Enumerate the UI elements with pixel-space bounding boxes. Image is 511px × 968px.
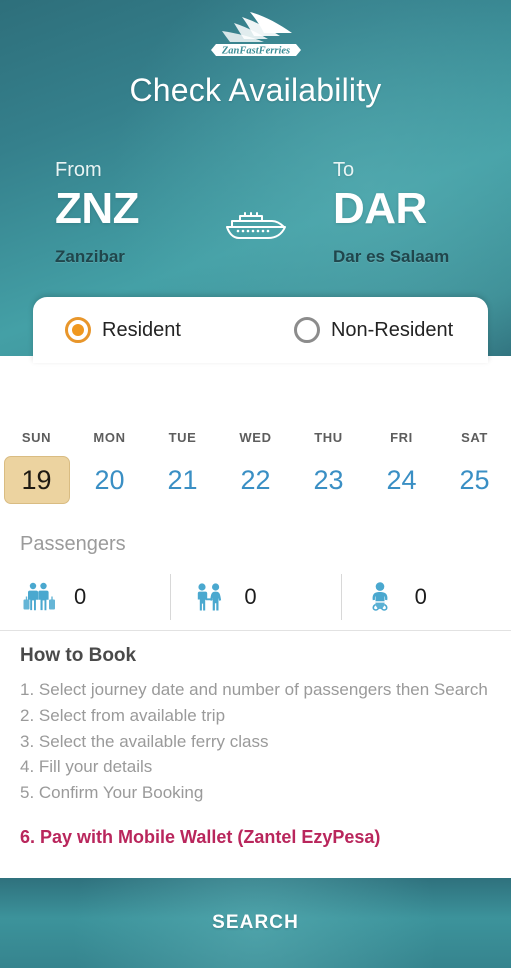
search-button-label: SEARCH xyxy=(212,912,299,933)
infants-count: 0 xyxy=(414,584,427,609)
ferry-logo-icon: ZanFastFerries xyxy=(210,12,301,57)
origin-city: Zanzibar xyxy=(55,247,125,267)
date-cell[interactable]: WED 22 xyxy=(219,430,292,504)
radio-non-resident-label: Non-Resident xyxy=(330,318,454,341)
adults-with-luggage-icon xyxy=(22,580,56,614)
date-cell[interactable]: SUN 19 xyxy=(0,430,73,504)
date-number: 21 xyxy=(167,465,198,495)
passenger-children[interactable]: 0 xyxy=(170,568,340,626)
passengers-label: Passengers xyxy=(20,533,126,555)
how-to-book-step: 3. Select the available ferry class xyxy=(20,731,269,751)
date-weekday: WED xyxy=(239,430,272,445)
route-summary: From ZNZ Zanzibar To DAR Dar es Salaam xyxy=(0,160,511,290)
how-to-book-section: How to Book 1. Select journey date and n… xyxy=(20,645,500,852)
origin-label: From xyxy=(55,159,102,181)
destination-code: DAR xyxy=(333,184,427,233)
destination-label: To xyxy=(333,159,355,181)
date-cell[interactable]: FRI 24 xyxy=(365,430,438,504)
how-to-book-step: 4. Fill your details xyxy=(20,757,153,777)
logo-wordmark: ZanFastFerries xyxy=(220,46,289,57)
passengers-row: 0 0 0 xyxy=(0,568,511,626)
route-destination[interactable]: To DAR Dar es Salaam xyxy=(333,160,449,267)
how-to-book-payment-step: 6. Pay with Mobile Wallet (Zantel EzyPes… xyxy=(20,827,381,848)
radio-resident-icon[interactable] xyxy=(65,317,91,343)
date-weekday: SUN xyxy=(21,430,52,445)
radio-resident-label: Resident xyxy=(102,318,181,341)
how-to-book-step: 5. Confirm Your Booking xyxy=(20,783,204,803)
date-weekday: SAT xyxy=(461,430,488,445)
children-count: 0 xyxy=(244,584,257,609)
radio-non-resident-icon[interactable] xyxy=(293,317,320,343)
date-number: 23 xyxy=(313,465,344,495)
date-picker-strip: SUN 19 MON 20 TUE 21 WED 22 THU 23 FRI 2… xyxy=(0,430,511,522)
ferry-icon xyxy=(222,206,292,242)
date-cell[interactable]: THU 23 xyxy=(292,430,365,504)
page-title: Check Availability xyxy=(129,72,382,108)
date-number: 24 xyxy=(386,465,417,495)
date-weekday: THU xyxy=(314,430,343,445)
brand-logo: ZanFastFerries xyxy=(0,8,511,64)
date-cell[interactable]: TUE 21 xyxy=(146,430,219,504)
date-number: 25 xyxy=(459,465,490,495)
check-availability-screen: ZanFastFerries Check Availability From Z… xyxy=(0,0,511,968)
origin-code: ZNZ xyxy=(55,184,140,233)
date-number: 20 xyxy=(94,465,125,495)
date-cell[interactable]: SAT 25 xyxy=(438,430,511,504)
date-weekday: FRI xyxy=(390,430,413,445)
date-weekday: TUE xyxy=(168,430,197,445)
date-number: 19 xyxy=(3,456,70,504)
date-number: 22 xyxy=(240,465,271,495)
radio-option-non-resident[interactable]: Non-Resident xyxy=(293,317,454,343)
destination-city: Dar es Salaam xyxy=(333,247,450,267)
date-cell[interactable]: MON 20 xyxy=(73,430,146,504)
how-to-book-title: How to Book xyxy=(20,645,137,666)
date-weekday: MON xyxy=(93,430,126,445)
passenger-infants[interactable]: 0 xyxy=(340,568,511,626)
children-icon xyxy=(192,580,226,614)
how-to-book-step: 1. Select journey date and number of pas… xyxy=(20,680,488,699)
search-button[interactable]: SEARCH xyxy=(0,878,511,968)
how-to-book-step: 2. Select from available trip xyxy=(20,705,226,725)
infant-icon xyxy=(363,580,397,614)
adults-count: 0 xyxy=(74,584,87,609)
passenger-adults[interactable]: 0 xyxy=(0,568,170,626)
residency-selector: Resident Non-Resident xyxy=(33,297,488,363)
radio-option-resident[interactable]: Resident xyxy=(65,317,181,343)
section-divider xyxy=(0,630,511,631)
route-origin[interactable]: From ZNZ Zanzibar xyxy=(55,159,140,267)
